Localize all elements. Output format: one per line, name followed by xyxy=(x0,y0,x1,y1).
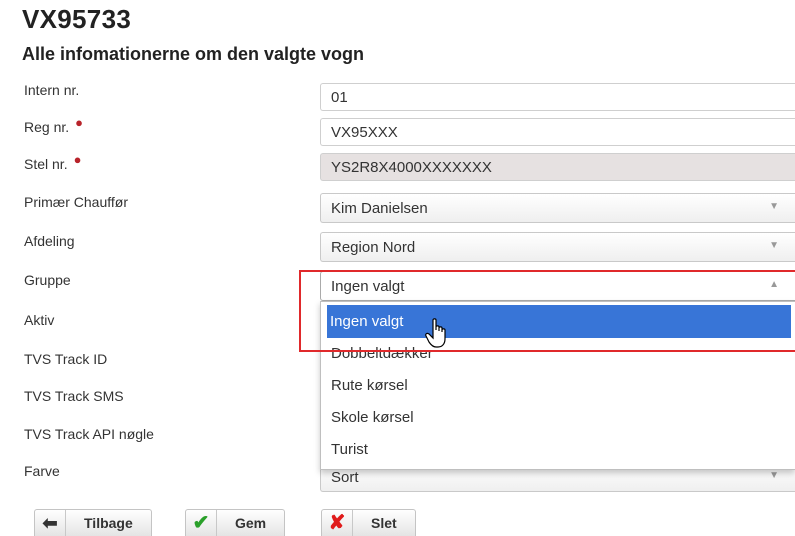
aktiv-label: Aktiv xyxy=(24,312,55,328)
hand-cursor-icon xyxy=(425,318,446,348)
tvs-track-sms-label: TVS Track SMS xyxy=(24,388,124,404)
back-button-label: Tilbage xyxy=(84,515,133,531)
delete-button[interactable]: ✘ Slet xyxy=(321,509,416,536)
reg-nr-label: Reg nr. ● xyxy=(24,115,83,135)
save-button-label: Gem xyxy=(235,515,267,531)
caret-down-icon: ▼ xyxy=(769,201,779,212)
save-button[interactable]: ✔ Gem xyxy=(185,509,286,536)
required-marker: ● xyxy=(75,115,83,130)
primaer-chauffor-label: Primær Chauffør xyxy=(24,194,128,210)
tvs-track-api-label: TVS Track API nøgle xyxy=(24,426,154,442)
farve-label: Farve xyxy=(24,463,60,479)
gruppe-option[interactable]: Rute kørsel xyxy=(322,369,795,401)
primaer-chauffor-select[interactable]: Kim Danielsen ▼ xyxy=(320,193,795,223)
tvs-track-id-label: TVS Track ID xyxy=(24,351,108,367)
caret-down-icon: ▼ xyxy=(769,470,779,481)
arrow-left-icon: ⬅ xyxy=(35,510,66,536)
caret-down-icon: ▼ xyxy=(769,240,779,251)
intern-nr-input[interactable]: 01 xyxy=(320,83,795,111)
delete-button-label: Slet xyxy=(371,515,397,531)
checkmark-icon: ✔ xyxy=(186,510,217,536)
required-marker: ● xyxy=(73,152,82,167)
primaer-chauffor-value: Kim Danielsen xyxy=(331,200,428,217)
afdeling-value: Region Nord xyxy=(331,239,416,256)
intern-nr-label: Intern nr. xyxy=(24,82,80,98)
gruppe-label: Gruppe xyxy=(24,272,71,288)
gruppe-option[interactable]: Turist xyxy=(322,433,795,465)
farve-value: Sort xyxy=(331,469,359,486)
page-subtitle: Alle infomationerne om den valgte vogn xyxy=(22,44,365,64)
reg-nr-input[interactable]: VX95XXX xyxy=(320,118,795,146)
stel-nr-input: YS2R8X4000XXXXXXX xyxy=(320,153,795,181)
afdeling-select[interactable]: Region Nord ▼ xyxy=(320,232,795,262)
gruppe-option[interactable]: Skole kørsel xyxy=(322,401,795,433)
annotation-highlight-box xyxy=(299,270,795,352)
stel-nr-label: Stel nr. ● xyxy=(24,152,82,172)
back-button[interactable]: ⬅ Tilbage xyxy=(34,509,152,536)
page-title: VX95733 xyxy=(22,4,132,34)
afdeling-label: Afdeling xyxy=(24,233,75,249)
x-icon: ✘ xyxy=(322,510,353,536)
